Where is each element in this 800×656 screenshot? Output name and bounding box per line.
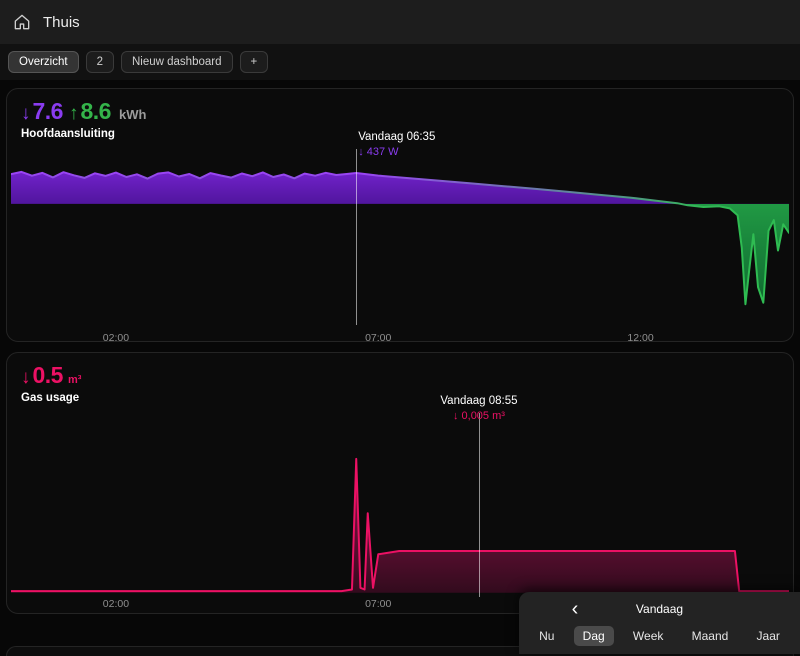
gas-card: ↓ 0.5 m³ Gas usage Vandaag 08:55 ↓ 0,005… xyxy=(6,352,794,614)
gas-card-title: Gas usage xyxy=(21,392,80,404)
period-dag[interactable]: Dag xyxy=(573,626,614,646)
chevron-left-icon: ‹ xyxy=(571,598,579,620)
gas-card-header: ↓ 0.5 m³ Gas usage xyxy=(21,362,81,404)
energy-chart-zone: Vandaag 06:35 ↓ 437 W 02:00 07:00 12:00 xyxy=(11,131,789,344)
date-navigation: ‹ Vandaag xyxy=(519,595,800,623)
gas-chart-zone: Vandaag 08:55 ↓ 0,005 m³ 02:00 07:00 xyxy=(11,395,789,611)
energy-export-value: 8.6 xyxy=(80,98,111,124)
period-options: Nu Dag Week Maand Jaar xyxy=(519,623,800,649)
dashboard-tabs: Overzicht 2 Nieuw dashboard + xyxy=(0,44,800,80)
energy-chart-tooltip: Vandaag 06:35 ↓ 437 W xyxy=(356,131,435,158)
x-axis-label: 07:00 xyxy=(365,598,392,610)
energy-card: ↓ 7.6 ↑ 8.6 kWh Hoofdaansluiting Vandaag… xyxy=(6,88,794,344)
app-header: Thuis xyxy=(0,0,800,44)
export-arrow-icon: ↑ xyxy=(68,103,79,124)
home-button[interactable] xyxy=(10,10,34,34)
energy-area-fill xyxy=(11,171,789,305)
previous-day-button[interactable]: ‹ xyxy=(563,597,587,621)
date-label: Vandaag xyxy=(635,602,684,616)
tooltip-time: Vandaag 08:55 xyxy=(440,395,518,407)
energy-import-value: 7.6 xyxy=(32,98,64,124)
energy-chart-svg[interactable] xyxy=(11,153,789,331)
gas-chart-svg[interactable] xyxy=(11,417,789,597)
gas-stats: ↓ 0.5 m³ xyxy=(21,362,81,389)
x-axis-label: 12:00 xyxy=(627,332,654,344)
energy-unit: kWh xyxy=(118,107,147,122)
gas-unit: m³ xyxy=(67,374,82,386)
period-week[interactable]: Week xyxy=(624,626,672,646)
cursor-line-energy xyxy=(356,149,358,325)
x-axis-label: 07:00 xyxy=(365,332,392,344)
tab-overzicht[interactable]: Overzicht xyxy=(8,51,79,73)
tab-dashboard-2[interactable]: 2 xyxy=(85,51,114,73)
x-axis-label: 02:00 xyxy=(102,332,130,344)
energy-card-header: ↓ 7.6 ↑ 8.6 kWh Hoofdaansluiting xyxy=(21,98,146,140)
period-nu[interactable]: Nu xyxy=(530,626,563,646)
cursor-line-gas xyxy=(478,413,480,597)
page-title: Thuis xyxy=(43,13,80,31)
period-maand[interactable]: Maand xyxy=(683,626,738,646)
home-icon xyxy=(12,12,32,32)
gas-value: 0.5 xyxy=(32,362,64,388)
energy-stats: ↓ 7.6 ↑ 8.6 kWh xyxy=(21,98,146,125)
tooltip-time: Vandaag 06:35 xyxy=(358,131,436,143)
gas-area-fill xyxy=(11,458,789,593)
tab-nieuw-dashboard[interactable]: Nieuw dashboard xyxy=(120,51,233,73)
gas-chart-tooltip: Vandaag 08:55 ↓ 0,005 m³ xyxy=(440,395,517,422)
tooltip-value: ↓ 0,005 m³ xyxy=(452,410,505,422)
x-axis-label: 02:00 xyxy=(102,598,130,610)
tooltip-value: ↓ 437 W xyxy=(358,146,399,158)
time-picker-panel: ‹ Vandaag Nu Dag Week Maand Jaar xyxy=(519,592,800,654)
gas-arrow-icon: ↓ xyxy=(21,367,31,388)
energy-card-title: Hoofdaansluiting xyxy=(21,128,115,140)
import-arrow-icon: ↓ xyxy=(21,103,31,124)
period-jaar[interactable]: Jaar xyxy=(748,626,789,646)
tab-add-dashboard[interactable]: + xyxy=(239,51,269,73)
energy-x-axis: 02:00 07:00 12:00 xyxy=(11,331,789,345)
